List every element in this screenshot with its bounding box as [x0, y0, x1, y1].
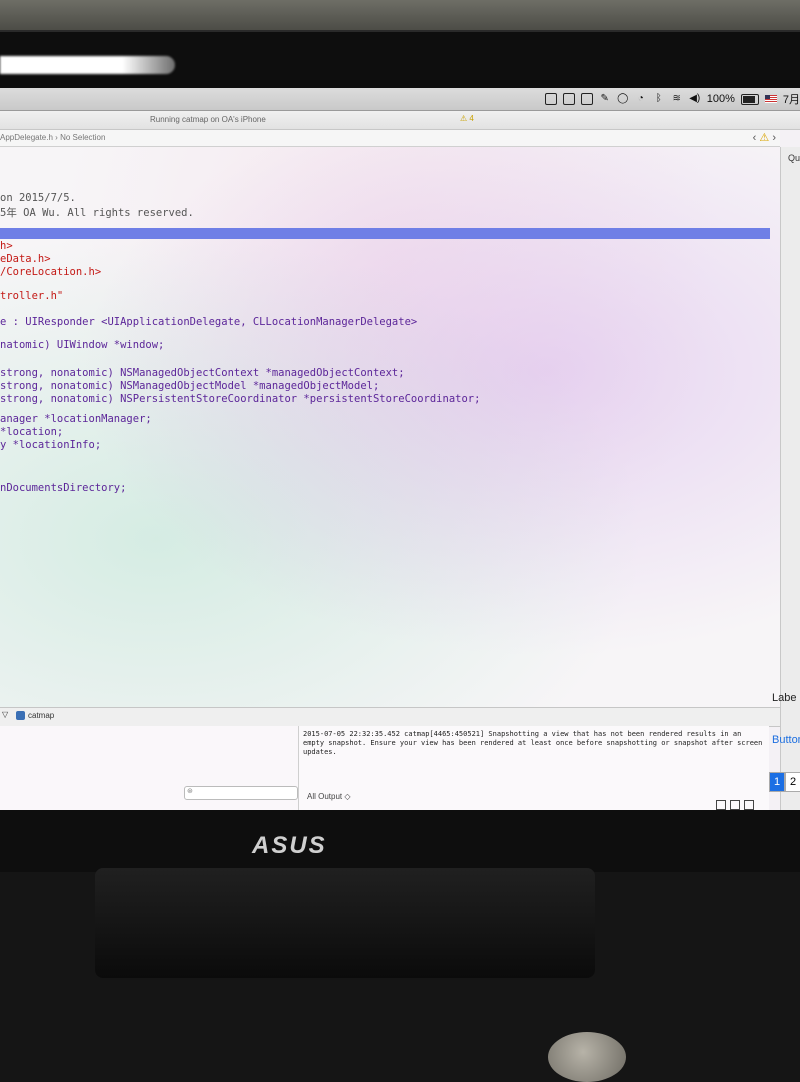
utilities-panel: Qui	[780, 147, 800, 810]
calendar-icon[interactable]	[562, 93, 575, 105]
output-selector[interactable]: All Output ◇	[307, 792, 351, 801]
monitor-stand	[95, 868, 595, 978]
variables-view: ⊛	[0, 726, 299, 810]
bluetooth-icon[interactable]: ᛒ	[653, 93, 665, 105]
jump-bar: AppDelegate.h › No Selection ‹ ⚠ ›	[0, 130, 780, 147]
split-view-icon[interactable]	[730, 800, 740, 810]
screen-glare	[0, 56, 175, 74]
code-line: anager *locationManager;	[0, 413, 152, 425]
breadcrumb-file[interactable]: AppDelegate.h	[0, 133, 53, 142]
code-line: h>	[0, 240, 13, 252]
breadcrumb-selection[interactable]: No Selection	[60, 133, 105, 142]
code-line: strong, nonatomic) NSManagedObjectContex…	[0, 367, 405, 379]
page-1-button[interactable]: 1	[769, 772, 785, 792]
app-menu-icon[interactable]	[580, 93, 593, 105]
screen-icon[interactable]	[544, 93, 557, 105]
toggle-debug-icon[interactable]: ▽	[2, 710, 8, 719]
code-line: 5年 OA Wu. All rights reserved.	[0, 207, 194, 219]
volume-icon[interactable]: ◀)	[689, 93, 701, 105]
status-area: ✎ ◯ ◔ ᛒ ≋ ◀) 100% 7月	[544, 91, 800, 107]
library-item-label[interactable]: Labe	[772, 692, 796, 704]
code-line: e : UIResponder <UIApplicationDelegate, …	[0, 316, 418, 328]
warning-count: 4	[469, 114, 474, 123]
battery-icon[interactable]	[740, 93, 759, 105]
window-titlebar: Running catmap on OA's iPhone ⚠ 4	[0, 111, 800, 130]
code-line: eData.h>	[0, 253, 51, 265]
code-line: *location;	[0, 426, 64, 438]
wrench-icon[interactable]: ✎	[599, 93, 611, 105]
screen: ✎ ◯ ◔ ᛒ ≋ ◀) 100% 7月 Running catmap on O…	[0, 88, 800, 810]
scheme-name[interactable]: catmap	[28, 711, 54, 720]
code-line: y *locationInfo;	[0, 439, 102, 451]
page-2-button[interactable]: 2	[785, 772, 800, 792]
console-log: 2015-07-05 22:32:35.452 catmap[4465:4505…	[303, 730, 763, 756]
variables-filter-field[interactable]: ⊛	[184, 786, 298, 800]
quick-help-label: Qui	[788, 153, 800, 163]
warning-indicator[interactable]: ⚠ 4	[460, 114, 474, 123]
warning-icon[interactable]: ⚠	[759, 132, 769, 144]
input-source-flag-icon[interactable]	[764, 95, 777, 103]
menu-bar: ✎ ◯ ◔ ᛒ ≋ ◀) 100% 7月	[0, 88, 800, 111]
activity-status: Running catmap on OA's iPhone	[150, 115, 266, 124]
sync-icon[interactable]: ◯	[617, 93, 629, 105]
code-line: strong, nonatomic) NSPersistentStoreCoor…	[0, 393, 481, 405]
clock[interactable]: 7月	[783, 91, 800, 107]
filter-icon: ⊛	[187, 788, 193, 795]
warning-icon: ⚠	[460, 114, 468, 123]
code-line: troller.h"	[0, 290, 64, 302]
app-icon	[16, 711, 25, 720]
battery-percent[interactable]: 100%	[707, 93, 735, 105]
library-pager: 1 2	[769, 772, 800, 792]
console-view[interactable]: 2015-07-05 22:32:35.452 catmap[4465:4505…	[299, 726, 769, 810]
current-line-highlight	[0, 228, 770, 239]
code-line: nDocumentsDirectory;	[0, 482, 127, 494]
debug-bar: ▽ catmap	[0, 707, 780, 727]
code-line: /CoreLocation.h>	[0, 266, 102, 278]
source-editor[interactable]: on 2015/7/5. 5年 OA Wu. All rights reserve…	[0, 147, 780, 707]
code-line: strong, nonatomic) NSManagedObjectModel …	[0, 380, 380, 392]
time-machine-icon[interactable]: ◔	[635, 93, 647, 105]
background-wall	[0, 0, 800, 32]
console-controls	[716, 800, 754, 810]
console-only-icon[interactable]	[744, 800, 754, 810]
trash-icon[interactable]	[716, 800, 726, 810]
library-item-button[interactable]: Button	[772, 734, 800, 746]
next-issue-icon[interactable]: ›	[772, 132, 776, 144]
wifi-icon[interactable]: ≋	[671, 93, 683, 105]
breadcrumb-separator: ›	[55, 133, 58, 142]
prev-issue-icon[interactable]: ‹	[753, 132, 757, 144]
code-line: natomic) UIWindow *window;	[0, 339, 165, 351]
coin	[548, 1032, 626, 1082]
monitor-brand-logo: ASUS	[252, 832, 327, 859]
code-line: on 2015/7/5.	[0, 192, 76, 204]
